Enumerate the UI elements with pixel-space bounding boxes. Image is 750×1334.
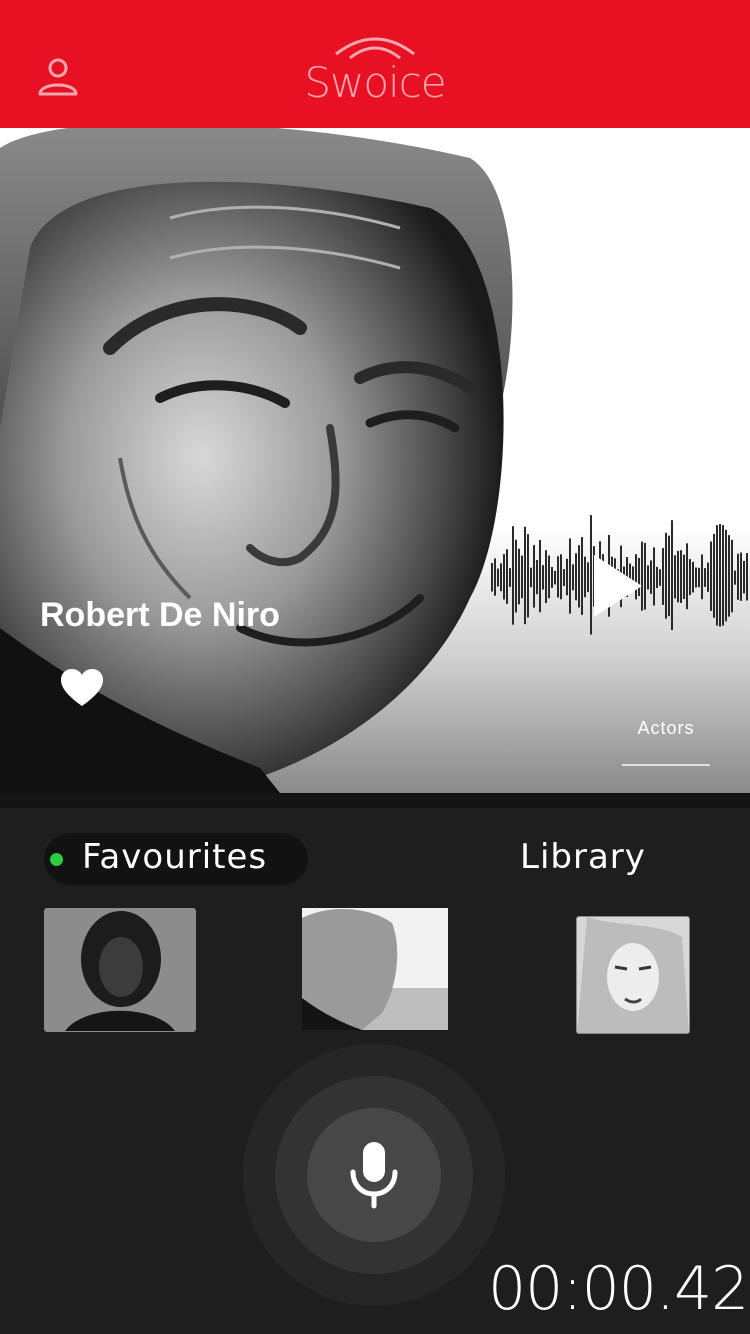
voice-thumbnail[interactable] xyxy=(44,908,196,1032)
section-divider xyxy=(0,793,750,808)
user-icon xyxy=(38,58,78,96)
voice-thumbnail[interactable] xyxy=(302,908,448,1030)
logo-arc-icon xyxy=(335,37,415,60)
category-underline xyxy=(622,764,710,766)
portrait-image xyxy=(0,128,513,793)
play-icon[interactable] xyxy=(590,553,646,619)
voice-thumbnail[interactable] xyxy=(576,916,690,1034)
app-logo: Swoice xyxy=(300,30,450,110)
featured-voice-card[interactable]: Robert De Niro Actors xyxy=(0,128,750,793)
heart-icon[interactable] xyxy=(60,668,104,708)
app-header: Swoice xyxy=(0,0,750,128)
category-label[interactable]: Actors xyxy=(622,718,710,739)
user-profile-button[interactable] xyxy=(36,56,80,100)
thumbnail-image xyxy=(302,908,448,1030)
tab-library[interactable]: Library xyxy=(520,837,646,877)
recording-timer: 00:00.42 xyxy=(488,1254,749,1324)
tab-favourites[interactable]: Favourites xyxy=(44,833,308,885)
app-title: Swoice xyxy=(304,58,446,107)
active-indicator-dot xyxy=(50,853,63,866)
record-button[interactable] xyxy=(307,1108,441,1242)
tab-favourites-label: Favourites xyxy=(82,837,268,877)
thumbnail-image xyxy=(577,917,689,1033)
microphone-icon xyxy=(350,1142,398,1209)
thumbnail-image xyxy=(45,909,195,1031)
celebrity-name: Robert De Niro xyxy=(40,596,280,634)
